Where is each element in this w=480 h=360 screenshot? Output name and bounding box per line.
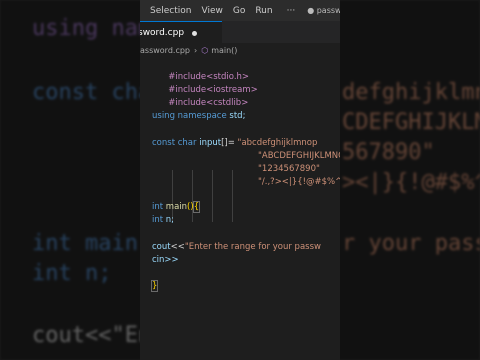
editor-window: Selection View Go Run ··· ● password.c s… xyxy=(140,0,340,360)
indent-guide xyxy=(232,170,233,222)
keyword: const xyxy=(152,138,176,148)
string-literal: "Enter the range for your passw xyxy=(184,242,321,252)
code-line: int n; xyxy=(152,214,174,227)
code-line: const char input[]= "abcdefghijklmnop xyxy=(152,137,317,150)
keyword: using xyxy=(152,111,175,121)
code-line: "1234567890" xyxy=(258,163,320,176)
menu-overflow-icon[interactable]: ··· xyxy=(287,6,296,16)
menu-selection[interactable]: Selection xyxy=(150,6,191,16)
string-literal: "1234567890" xyxy=(258,164,320,174)
breadcrumb-file[interactable]: assword.cpp xyxy=(140,46,190,55)
indent-guide xyxy=(212,170,213,222)
breadcrumb-symbol[interactable]: main() xyxy=(211,46,237,55)
keyword: namespace xyxy=(177,111,227,121)
identifier: std; xyxy=(229,111,246,121)
window-title: ● password.c xyxy=(307,6,340,15)
function-name: main xyxy=(165,202,188,212)
keyword: int xyxy=(152,202,164,212)
code-line: using namespace std; xyxy=(152,110,245,123)
unsaved-dot-icon[interactable] xyxy=(192,30,198,36)
string-literal: "ABCDEFGHIJKLMNO xyxy=(258,151,340,161)
parens: () xyxy=(187,202,194,212)
close-brace: } xyxy=(150,280,159,292)
code-line: int main(){ xyxy=(152,201,201,214)
method-icon: ⬡ xyxy=(201,46,209,55)
code-line: cin>> xyxy=(152,254,179,267)
tab-bar: sword.cpp xyxy=(140,21,340,44)
identifier: n; xyxy=(165,215,175,225)
code-line: "ABCDEFGHIJKLMNO xyxy=(258,150,340,163)
string-literal: "abcdefghijklmnop xyxy=(237,138,318,148)
identifier: input xyxy=(199,138,222,148)
identifier: cout xyxy=(152,242,171,252)
breadcrumb: assword.cpp › ⬡ main() xyxy=(140,43,340,58)
menu-run[interactable]: Run xyxy=(255,6,272,16)
tab-label: sword.cpp xyxy=(140,28,185,38)
operator: << xyxy=(170,242,185,252)
keyword: char xyxy=(177,138,197,148)
menu-bar: Selection View Go Run ··· ● password.c xyxy=(140,0,340,21)
keyword: int xyxy=(152,215,164,225)
operator: []= xyxy=(221,138,238,148)
include-directive: #include<cstdlib> xyxy=(168,98,249,109)
code-line: } xyxy=(150,280,159,293)
chevron-right-icon: › xyxy=(194,46,198,55)
menu-view[interactable]: View xyxy=(201,6,222,16)
identifier: cin>> xyxy=(152,255,179,265)
string-literal: "/.,?><|}{!@#$%^ xyxy=(258,177,340,187)
open-brace: { xyxy=(192,201,201,213)
tab-password-cpp[interactable]: sword.cpp xyxy=(140,21,222,44)
code-line: cout<<"Enter the range for your passw xyxy=(152,241,321,254)
code-line: "/.,?><|}{!@#$%^ xyxy=(258,176,340,189)
menu-go[interactable]: Go xyxy=(233,6,245,16)
